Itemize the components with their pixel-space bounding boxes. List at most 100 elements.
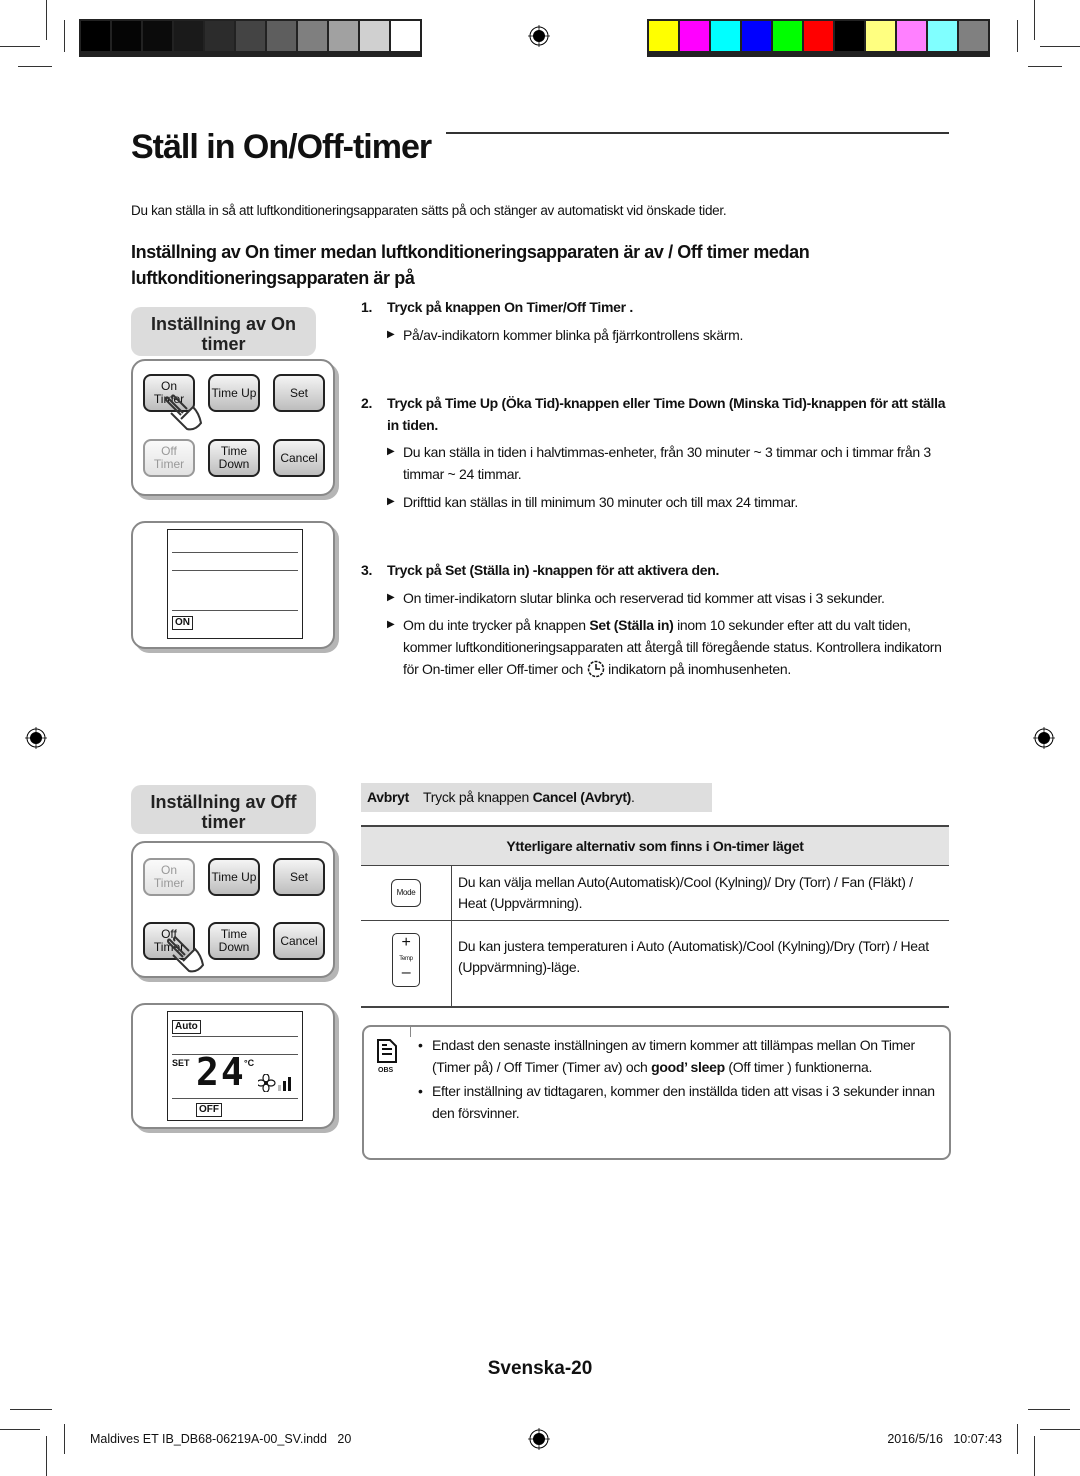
mode-auto-badge: Auto (172, 1020, 201, 1034)
color-swatch (649, 21, 678, 51)
lcd-screen: Auto SET 24 °C OFF (167, 1011, 303, 1121)
temperature-readout: 24 (196, 1050, 246, 1094)
on-timer-remote-buttons: On Timer Time Up Set Off Timer Time Down… (131, 359, 335, 496)
crop-mark (1040, 1429, 1080, 1430)
file-slug: Maldives ET IB_DB68-06219A-00_SV.indd 20 (90, 1432, 352, 1446)
on-timer-label-text: Inställning av On timer (150, 314, 297, 354)
color-swatch (959, 21, 988, 51)
crop-mark (1034, 0, 1035, 40)
color-swatch (804, 21, 833, 51)
on-indicator-badge: ON (172, 616, 193, 630)
set-button[interactable]: Set (273, 374, 325, 412)
timer-clock-icon (587, 660, 604, 678)
color-swatch (360, 21, 389, 51)
crop-mark (10, 1409, 52, 1410)
table-cell: Du kan justera temperaturen i Auto (Auto… (451, 920, 949, 1008)
table-header-row: Ytterligare alternativ som finns i On-ti… (361, 825, 949, 866)
color-swatch (143, 21, 172, 51)
time-down-button[interactable]: Time Down (208, 922, 260, 960)
crop-mark (64, 1424, 65, 1454)
color-swatch (897, 21, 926, 51)
crop-mark (1017, 20, 1018, 52)
page-title: Ställ in On/Off-timer (131, 128, 432, 166)
fan-speed-icon (258, 1074, 291, 1092)
cancel-instruction: Avbryt Tryck på knappen Cancel (Avbryt). (361, 783, 712, 812)
time-up-button[interactable]: Time Up (208, 374, 260, 412)
off-timer-remote-display: Auto SET 24 °C OFF (131, 1003, 335, 1129)
grayscale-color-bar (79, 19, 422, 57)
color-swatch (174, 21, 203, 51)
pointing-hand-icon (165, 394, 203, 431)
step-bullet: Om du inte trycker på knappen Set (Ställ… (387, 614, 951, 680)
table-row: Mode Du kan välja mellan Auto(Automatisk… (361, 865, 949, 921)
options-table: Ytterligare alternativ som finns i On-ti… (361, 825, 949, 1008)
on-timer-label: Inställning av On timer (131, 307, 316, 356)
crop-mark (18, 66, 52, 67)
step-3: 3. Tryck på Set (Ställa in) -knappen för… (361, 559, 951, 680)
page-number: Svenska-20 (487, 1358, 593, 1379)
note-label: OBS (378, 1067, 394, 1074)
on-timer-remote-display: ON (131, 521, 335, 649)
crop-mark (1034, 1436, 1035, 1476)
color-swatch (835, 21, 864, 51)
on-timer-button[interactable]: On Timer (143, 858, 195, 896)
color-swatch (391, 21, 420, 51)
crop-mark (1017, 1424, 1018, 1454)
step-heading: Tryck på knappen On Timer/Off Timer . (387, 299, 633, 315)
section-heading: Inställning av On timer medan luftkondit… (131, 242, 810, 288)
color-swatch (928, 21, 957, 51)
lcd-divider (172, 552, 298, 553)
set-button[interactable]: Set (273, 858, 325, 896)
crop-mark (0, 46, 40, 47)
color-swatch (680, 21, 709, 51)
title-rule (446, 132, 949, 134)
cancel-button[interactable]: Cancel (273, 922, 325, 960)
table-header: Ytterligare alternativ som finns i On-ti… (361, 825, 949, 866)
registration-mark-icon (528, 25, 550, 47)
lcd-divider (172, 570, 298, 571)
note-item: Efter inställning av tidtagaren, kommer … (416, 1081, 946, 1124)
temperature-unit: °C (244, 1058, 255, 1068)
color-swatch (112, 21, 141, 51)
step-bullet: Du kan ställa in tiden i halvtimmas-enhe… (387, 441, 951, 485)
table-cell: Du kan välja mellan Auto(Automatisk)/Coo… (451, 865, 949, 921)
step-2: 2. Tryck på Time Up (Öka Tid)-knappen el… (361, 392, 951, 513)
print-datetime: 2016/5/16 10:07:43 (887, 1432, 1002, 1446)
color-swatch (205, 21, 234, 51)
color-swatch (742, 21, 771, 51)
plus-icon: + (401, 934, 411, 952)
off-timer-remote-buttons: On Timer Time Up Set Off Timer Time Down… (131, 841, 335, 978)
lcd-screen: ON (167, 529, 303, 639)
step-heading: Tryck på Set (Ställa in) -knappen för at… (387, 562, 720, 578)
set-label: SET (172, 1058, 190, 1068)
crop-mark (0, 1429, 40, 1430)
registration-mark-icon (528, 1428, 550, 1450)
color-swatch (866, 21, 895, 51)
off-timer-button[interactable]: Off Timer (143, 439, 195, 477)
color-swatch (773, 21, 802, 51)
note-list: Endast den senaste inställningen av time… (416, 1035, 946, 1124)
temp-button-cell: + Temp – (361, 920, 452, 1008)
time-down-button[interactable]: Time Down (208, 439, 260, 477)
intro-text: Du kan ställa in så att luftkonditioneri… (131, 203, 727, 218)
off-timer-label: Inställning av Off timer (131, 785, 316, 834)
mode-button-cell: Mode (361, 865, 452, 921)
color-swatch (267, 21, 296, 51)
registration-mark-icon (25, 727, 47, 749)
note-divider (410, 1027, 411, 1037)
cancel-button[interactable]: Cancel (273, 439, 325, 477)
temp-button-icon: + Temp – (392, 933, 420, 988)
color-swatch (81, 21, 110, 51)
lcd-divider (172, 610, 298, 611)
process-color-bar (647, 19, 990, 57)
crop-mark (1040, 46, 1080, 47)
step-bullet: On timer-indikatorn slutar blinka och re… (387, 587, 951, 609)
color-swatch (711, 21, 740, 51)
time-up-button[interactable]: Time Up (208, 858, 260, 896)
minus-icon: – (401, 964, 411, 982)
pointing-hand-icon (167, 936, 205, 973)
step-bullet: På/av-indikatorn kommer blinka på fjärrk… (387, 324, 951, 346)
step-number: 2. (361, 395, 373, 411)
crop-mark (64, 20, 65, 52)
registration-mark-icon (1033, 727, 1055, 749)
